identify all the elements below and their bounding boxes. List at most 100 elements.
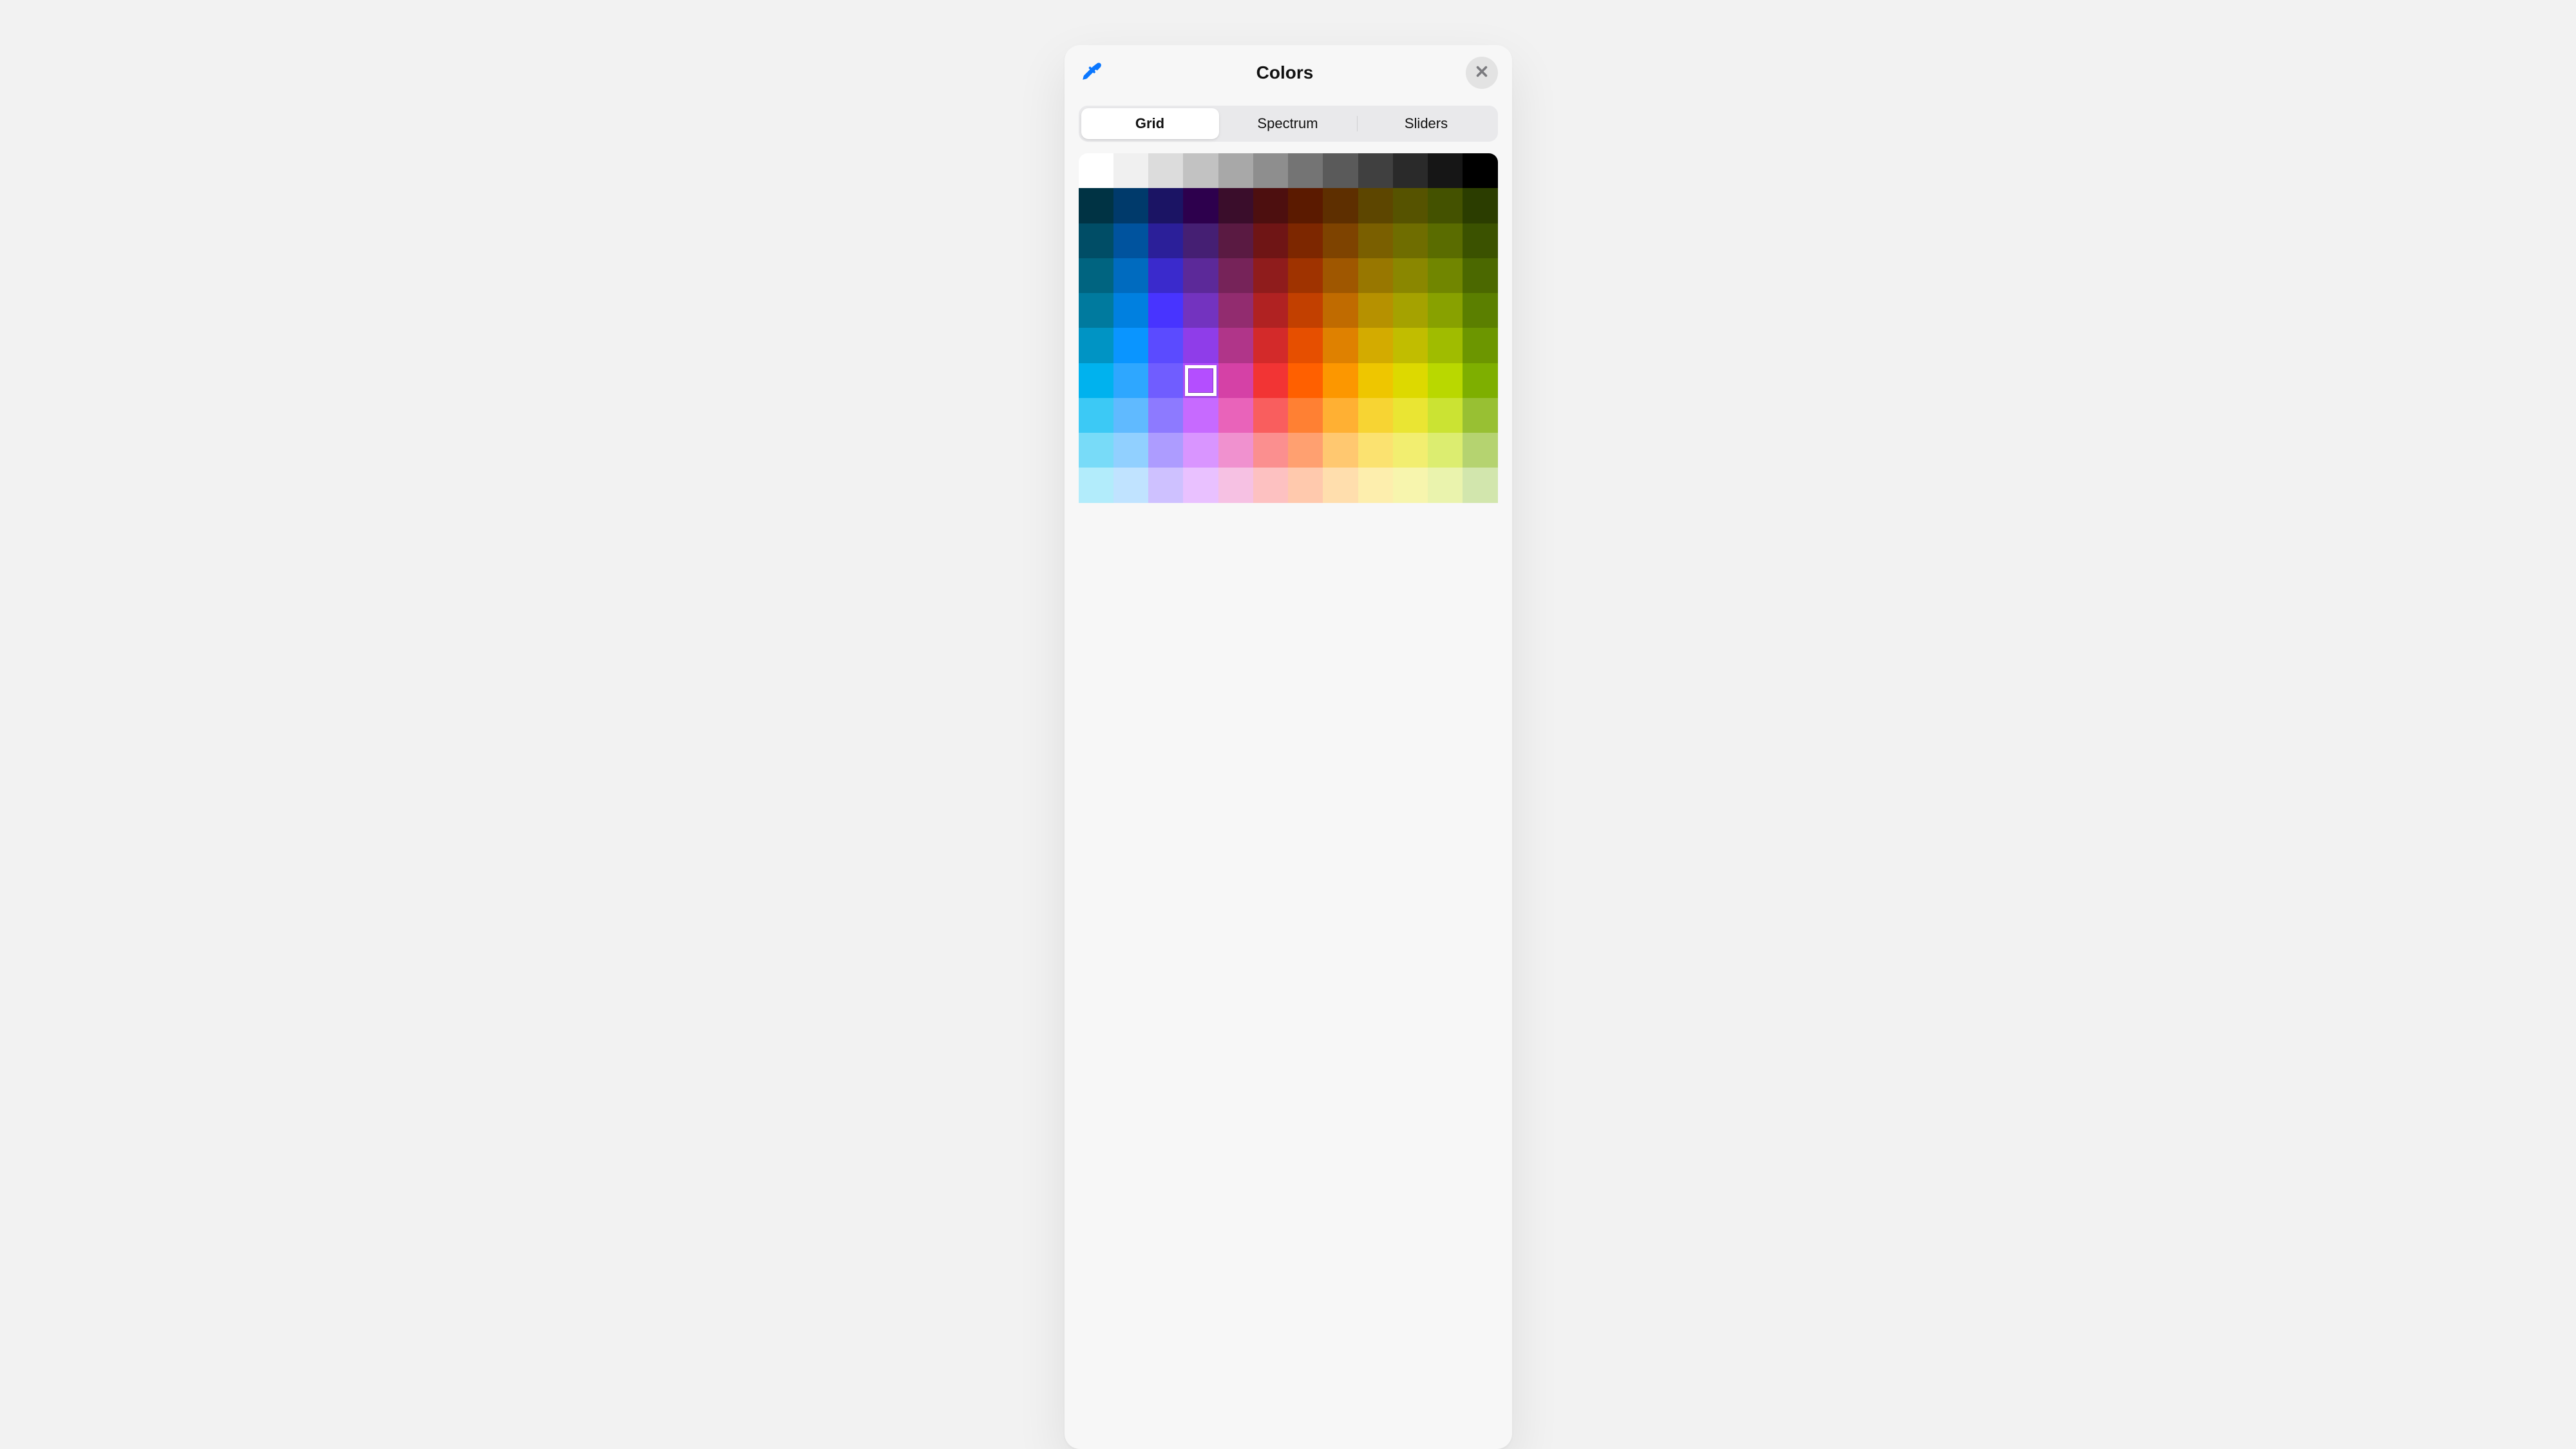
color-swatch[interactable]: [1113, 188, 1148, 223]
color-swatch[interactable]: [1323, 328, 1358, 363]
color-swatch[interactable]: [1323, 258, 1358, 293]
color-swatch[interactable]: [1183, 398, 1218, 433]
color-swatch[interactable]: [1113, 398, 1148, 433]
color-swatch[interactable]: [1358, 398, 1393, 433]
color-swatch[interactable]: [1253, 293, 1288, 328]
color-swatch[interactable]: [1183, 223, 1218, 258]
color-swatch[interactable]: [1288, 293, 1323, 328]
color-swatch[interactable]: [1253, 188, 1288, 223]
color-swatch[interactable]: [1288, 328, 1323, 363]
color-swatch[interactable]: [1323, 153, 1358, 188]
color-swatch[interactable]: [1079, 328, 1113, 363]
color-swatch[interactable]: [1218, 188, 1253, 223]
color-swatch[interactable]: [1463, 258, 1497, 293]
color-swatch[interactable]: [1358, 188, 1393, 223]
color-swatch[interactable]: [1079, 363, 1113, 398]
color-swatch[interactable]: [1218, 223, 1253, 258]
color-swatch[interactable]: [1079, 468, 1113, 502]
color-swatch[interactable]: [1218, 433, 1253, 468]
color-swatch[interactable]: [1288, 153, 1323, 188]
color-swatch[interactable]: [1113, 433, 1148, 468]
color-swatch[interactable]: [1113, 293, 1148, 328]
color-swatch[interactable]: [1323, 398, 1358, 433]
tab-spectrum[interactable]: Spectrum: [1219, 108, 1357, 139]
color-swatch[interactable]: [1358, 433, 1393, 468]
color-swatch[interactable]: [1463, 223, 1497, 258]
color-swatch[interactable]: [1428, 223, 1463, 258]
color-swatch[interactable]: [1253, 153, 1288, 188]
color-swatch[interactable]: [1358, 153, 1393, 188]
color-swatch[interactable]: [1428, 433, 1463, 468]
color-swatch[interactable]: [1323, 363, 1358, 398]
color-swatch[interactable]: [1148, 258, 1183, 293]
color-swatch[interactable]: [1218, 328, 1253, 363]
color-swatch[interactable]: [1358, 223, 1393, 258]
color-swatch[interactable]: [1323, 468, 1358, 502]
color-swatch[interactable]: [1463, 468, 1497, 502]
color-swatch[interactable]: [1393, 153, 1428, 188]
color-swatch[interactable]: [1358, 293, 1393, 328]
color-swatch[interactable]: [1079, 153, 1113, 188]
color-swatch[interactable]: [1288, 363, 1323, 398]
color-swatch[interactable]: [1463, 363, 1497, 398]
color-swatch[interactable]: [1358, 363, 1393, 398]
color-swatch[interactable]: [1113, 363, 1148, 398]
color-swatch[interactable]: [1323, 223, 1358, 258]
color-swatch[interactable]: [1393, 398, 1428, 433]
color-swatch[interactable]: [1183, 188, 1218, 223]
color-swatch[interactable]: [1253, 258, 1288, 293]
color-swatch[interactable]: [1148, 468, 1183, 502]
color-swatch[interactable]: [1253, 223, 1288, 258]
color-swatch[interactable]: [1393, 293, 1428, 328]
color-swatch[interactable]: [1113, 223, 1148, 258]
color-swatch[interactable]: [1288, 468, 1323, 502]
tab-sliders[interactable]: Sliders: [1358, 108, 1495, 139]
color-swatch[interactable]: [1079, 433, 1113, 468]
color-swatch[interactable]: [1253, 468, 1288, 502]
color-swatch[interactable]: [1079, 223, 1113, 258]
color-swatch[interactable]: [1113, 153, 1148, 188]
color-swatch[interactable]: [1288, 433, 1323, 468]
color-swatch[interactable]: [1463, 433, 1497, 468]
color-swatch[interactable]: [1218, 153, 1253, 188]
color-swatch[interactable]: [1393, 223, 1428, 258]
tab-grid[interactable]: Grid: [1081, 108, 1219, 139]
color-swatch[interactable]: [1148, 398, 1183, 433]
color-swatch[interactable]: [1218, 468, 1253, 502]
color-swatch[interactable]: [1253, 328, 1288, 363]
color-swatch[interactable]: [1323, 188, 1358, 223]
color-swatch[interactable]: [1079, 188, 1113, 223]
color-swatch[interactable]: [1428, 398, 1463, 433]
color-swatch[interactable]: [1323, 293, 1358, 328]
color-swatch[interactable]: [1218, 258, 1253, 293]
color-swatch[interactable]: [1253, 398, 1288, 433]
color-swatch[interactable]: [1183, 153, 1218, 188]
color-swatch[interactable]: [1218, 398, 1253, 433]
color-swatch[interactable]: [1428, 153, 1463, 188]
color-swatch[interactable]: [1148, 153, 1183, 188]
color-swatch[interactable]: [1218, 363, 1253, 398]
color-swatch[interactable]: [1183, 363, 1218, 398]
color-swatch[interactable]: [1323, 433, 1358, 468]
color-swatch[interactable]: [1253, 363, 1288, 398]
color-swatch[interactable]: [1393, 468, 1428, 502]
color-swatch[interactable]: [1428, 363, 1463, 398]
color-swatch[interactable]: [1288, 223, 1323, 258]
color-swatch[interactable]: [1358, 468, 1393, 502]
color-swatch[interactable]: [1148, 363, 1183, 398]
color-swatch[interactable]: [1148, 328, 1183, 363]
color-swatch[interactable]: [1288, 398, 1323, 433]
color-swatch[interactable]: [1113, 468, 1148, 502]
color-swatch[interactable]: [1428, 468, 1463, 502]
color-swatch[interactable]: [1148, 223, 1183, 258]
color-swatch[interactable]: [1253, 433, 1288, 468]
color-swatch[interactable]: [1393, 188, 1428, 223]
close-button[interactable]: [1466, 57, 1498, 89]
color-swatch[interactable]: [1428, 258, 1463, 293]
color-swatch[interactable]: [1393, 363, 1428, 398]
color-swatch[interactable]: [1079, 258, 1113, 293]
color-swatch[interactable]: [1183, 258, 1218, 293]
color-swatch[interactable]: [1428, 188, 1463, 223]
color-swatch[interactable]: [1428, 293, 1463, 328]
color-swatch[interactable]: [1463, 153, 1497, 188]
